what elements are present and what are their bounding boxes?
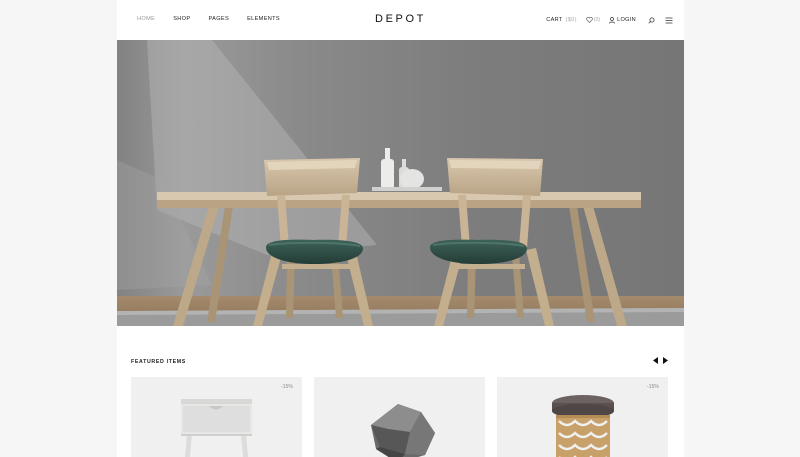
- product-card[interactable]: -15%: [131, 377, 302, 457]
- product-card[interactable]: [314, 377, 485, 457]
- header-actions: CART ($0) (0) LOGIN: [546, 14, 673, 26]
- search-button[interactable]: [648, 17, 655, 24]
- site-header: HOME SHOP PAGES ELEMENTS DEPOT CART ($0) …: [117, 0, 684, 40]
- cart-count: ($0): [565, 17, 577, 23]
- triangle-left-icon: [652, 356, 658, 364]
- cart-label: CART: [546, 17, 563, 23]
- carousel-prev-button[interactable]: [652, 356, 658, 364]
- wishlist-count: (0): [593, 17, 601, 23]
- hero-image: [117, 40, 684, 326]
- search-icon: [648, 17, 655, 24]
- menu-button[interactable]: [665, 17, 673, 24]
- product-image-sculpture: [371, 404, 435, 457]
- hamburger-menu-icon: [665, 17, 673, 23]
- hero-banner: [117, 40, 684, 326]
- product-carousel: -15% -15%: [131, 377, 668, 457]
- login-link[interactable]: LOGIN: [609, 16, 636, 24]
- triangle-right-icon: [662, 356, 668, 364]
- wishlist-link[interactable]: (0): [585, 17, 601, 23]
- user-icon: [609, 16, 615, 24]
- featured-title: FEATURED ITEMS: [131, 359, 186, 365]
- carousel-controls: [652, 356, 668, 364]
- product-card[interactable]: -15%: [497, 377, 668, 457]
- product-image-stool: [552, 395, 614, 457]
- carousel-next-button[interactable]: [662, 356, 668, 364]
- product-image-nightstand: [181, 399, 252, 457]
- heart-icon: [585, 17, 593, 23]
- page: HOME SHOP PAGES ELEMENTS DEPOT CART ($0) …: [117, 0, 684, 457]
- cart-link[interactable]: CART ($0): [546, 17, 576, 23]
- login-label: LOGIN: [617, 17, 636, 23]
